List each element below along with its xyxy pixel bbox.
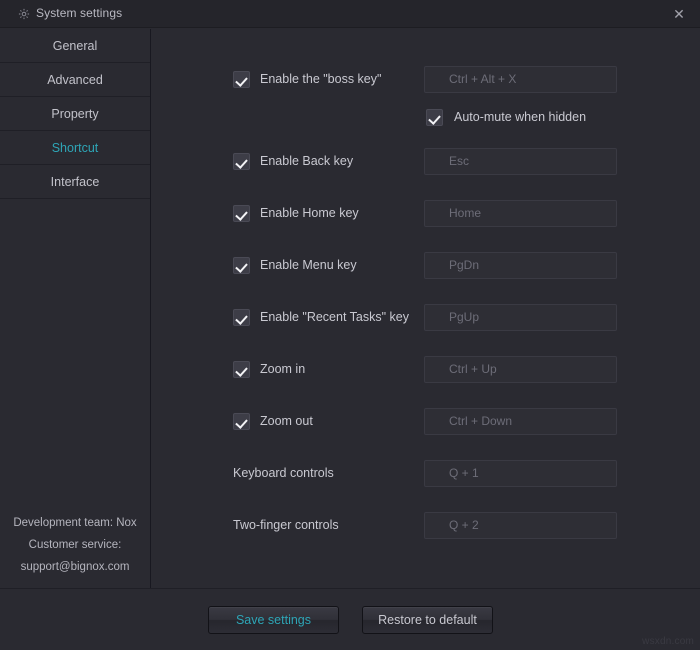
label-keyboard-controls: Keyboard controls — [233, 466, 334, 480]
value-menu-key-shortcut: PgDn — [449, 258, 480, 272]
input-back-key-shortcut[interactable]: Esc — [424, 148, 617, 175]
sidebar-item-advanced[interactable]: Advanced — [0, 63, 150, 97]
shortcut-settings-panel: Enable the "boss key" Ctrl + Alt + X Aut… — [152, 29, 700, 588]
setting-row-auto-mute: Auto-mute when hidden — [152, 105, 700, 131]
close-icon[interactable]: ✕ — [666, 4, 692, 24]
setting-row-back-key: Enable Back key Esc — [152, 147, 700, 177]
sidebar-item-property[interactable]: Property — [0, 97, 150, 131]
window-title: System settings — [36, 6, 123, 20]
checkbox-enable-menu-key[interactable] — [233, 257, 250, 274]
value-two-finger-controls-shortcut: Q + 2 — [449, 518, 479, 532]
input-menu-key-shortcut[interactable]: PgDn — [424, 252, 617, 279]
input-two-finger-controls-shortcut[interactable]: Q + 2 — [424, 512, 617, 539]
checkbox-auto-mute-when-hidden[interactable] — [426, 109, 443, 126]
value-back-key-shortcut: Esc — [449, 154, 470, 168]
checkbox-enable-home-key[interactable] — [233, 205, 250, 222]
label-enable-home-key: Enable Home key — [260, 206, 359, 220]
setting-row-zoom-in: Zoom in Ctrl + Up — [152, 355, 700, 385]
watermark: wsxdn.com — [642, 636, 694, 647]
value-recent-tasks-key-shortcut: PgUp — [449, 310, 480, 324]
label-enable-menu-key: Enable Menu key — [260, 258, 357, 272]
footer-button-bar: Save settings Restore to default — [0, 589, 700, 650]
input-keyboard-controls-shortcut[interactable]: Q + 1 — [424, 460, 617, 487]
checkbox-zoom-in[interactable] — [233, 361, 250, 378]
setting-row-boss-key: Enable the "boss key" Ctrl + Alt + X — [152, 65, 700, 95]
footer-customer-service: Customer service: — [28, 539, 122, 551]
checkbox-enable-boss-key[interactable] — [233, 71, 250, 88]
value-keyboard-controls-shortcut: Q + 1 — [449, 466, 479, 480]
input-zoom-in-shortcut[interactable]: Ctrl + Up — [424, 356, 617, 383]
sidebar-item-interface[interactable]: Interface — [0, 165, 150, 199]
gear-icon — [18, 8, 30, 20]
footer-support-email: support@bignox.com — [20, 561, 130, 573]
setting-row-home-key: Enable Home key Home — [152, 199, 700, 229]
sidebar-item-shortcut[interactable]: Shortcut — [0, 131, 150, 165]
label-auto-mute-when-hidden: Auto-mute when hidden — [454, 110, 587, 124]
input-home-key-shortcut[interactable]: Home — [424, 200, 617, 227]
label-two-finger-controls: Two-finger controls — [233, 518, 339, 532]
value-zoom-in-shortcut: Ctrl + Up — [449, 362, 497, 376]
setting-row-two-finger-controls: Two-finger controls Q + 2 — [152, 511, 700, 541]
save-settings-button[interactable]: Save settings — [208, 606, 339, 634]
value-home-key-shortcut: Home — [449, 206, 482, 220]
value-zoom-out-shortcut: Ctrl + Down — [449, 414, 513, 428]
value-boss-key-shortcut: Ctrl + Alt + X — [449, 72, 517, 86]
window-titlebar: System settings ✕ — [0, 0, 700, 28]
input-zoom-out-shortcut[interactable]: Ctrl + Down — [424, 408, 617, 435]
checkbox-enable-back-key[interactable] — [233, 153, 250, 170]
checkbox-zoom-out[interactable] — [233, 413, 250, 430]
input-recent-tasks-key-shortcut[interactable]: PgUp — [424, 304, 617, 331]
setting-row-recent-tasks-key: Enable "Recent Tasks" key PgUp — [152, 303, 700, 333]
restore-to-default-button[interactable]: Restore to default — [362, 606, 493, 634]
label-enable-back-key: Enable Back key — [260, 154, 354, 168]
input-boss-key-shortcut[interactable]: Ctrl + Alt + X — [424, 66, 617, 93]
setting-row-menu-key: Enable Menu key PgDn — [152, 251, 700, 281]
setting-row-zoom-out: Zoom out Ctrl + Down — [152, 407, 700, 437]
sidebar-item-general[interactable]: General — [0, 29, 150, 63]
label-enable-recent-tasks-key: Enable "Recent Tasks" key — [260, 310, 409, 324]
sidebar: General Advanced Property Shortcut Inter… — [0, 29, 151, 588]
label-zoom-in: Zoom in — [260, 362, 306, 376]
label-enable-boss-key: Enable the "boss key" — [260, 72, 382, 86]
label-zoom-out: Zoom out — [260, 414, 313, 428]
sidebar-footer-info: Development team: Nox Customer service: … — [0, 512, 150, 578]
checkbox-enable-recent-tasks-key[interactable] — [233, 309, 250, 326]
footer-dev-team: Development team: Nox — [13, 517, 137, 529]
setting-row-keyboard-controls: Keyboard controls Q + 1 — [152, 459, 700, 489]
